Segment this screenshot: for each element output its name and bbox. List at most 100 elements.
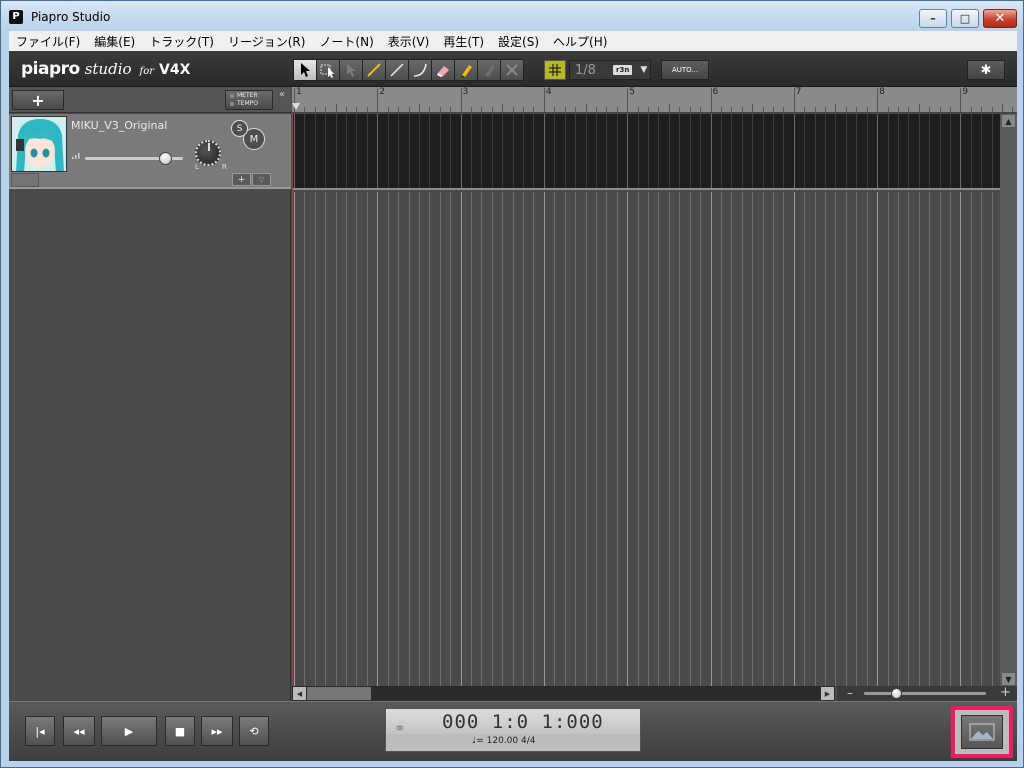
fast-forward-button[interactable]: ▸▸ [201,716,233,746]
zoom-in-icon[interactable]: + [1000,685,1011,700]
playhead-line [292,113,293,686]
menu-file[interactable]: ファイル(F) [9,33,87,50]
menu-track[interactable]: トラック(T) [142,33,221,50]
arrow-select-icon [301,63,310,77]
maximize-button[interactable]: □ [951,9,979,28]
range-select-icon [320,64,334,78]
ruler-bar-number: 1 [296,87,302,97]
playhead-marker[interactable] [292,103,300,110]
gear-icon: ✱ [980,62,992,78]
tempo-signature[interactable]: ♩= 120.00 4/4 [472,736,535,746]
avatar[interactable] [11,116,67,172]
menu-view[interactable]: 表示(V) [381,33,437,50]
horizontal-scroll-thumb[interactable] [307,687,371,700]
time-display: 000 1:0 1:000 [442,711,604,733]
timeline-ruler[interactable]: 1 2 3 4 5 6 7 8 9 [292,87,1017,113]
disabled-pen-tool[interactable] [478,60,500,80]
quantize-select[interactable]: 1/8 r3n ▼ [569,60,651,80]
empty-lane-area[interactable] [292,192,1000,686]
grid-snap-button[interactable] [544,60,566,80]
track-row[interactable]: MIKU_V3_Original L R M S + ▽ [9,114,291,189]
zoom-out-icon[interactable]: – [847,686,853,700]
maximize-icon: □ [959,12,971,25]
cross-tool[interactable] [501,60,523,80]
solo-button[interactable]: S [231,120,248,137]
range-select-tool[interactable] [317,60,339,80]
triplet-badge[interactable]: r3n [613,65,633,75]
straight-line-icon [390,63,404,77]
loop-button[interactable]: ⟲ [239,716,269,746]
menu-help[interactable]: ヘルプ(H) [546,33,614,50]
pen-tool[interactable] [455,60,477,80]
scroll-up-icon[interactable]: ▲ [1002,115,1015,127]
collapse-icon[interactable]: « [279,89,285,100]
pen-icon [461,65,472,78]
app-icon: P [9,10,23,24]
pan-left-label: L [195,163,199,171]
meter-tempo-button[interactable]: METER TEMPO [225,90,273,110]
straight-line-tool[interactable] [386,60,408,80]
main-toolbar: piapro studio for V4X 1/8 r3n ▼ AUTO... … [9,51,1017,87]
zoom-slider-handle[interactable] [891,688,903,699]
avatar-subpanel [11,173,39,187]
track-add-button[interactable]: + [232,173,251,186]
zoom-control: – + [837,685,1017,701]
ruler-bar-number: 2 [379,87,386,97]
menu-note[interactable]: ノート(N) [312,33,380,50]
grayed-arrow-tool[interactable] [340,60,362,80]
editor-area: piapro studio for V4X 1/8 r3n ▼ AUTO... … [9,51,1017,761]
horizontal-scrollbar[interactable]: ◀ ▶ [292,686,835,701]
cross-icon [506,64,518,76]
arrow-select-tool[interactable] [294,60,316,80]
mixer-button[interactable] [951,706,1013,758]
ruler-bar-number: 8 [879,87,885,97]
transport-bar: |◂ ◂◂ ▶ ■ ▸▸ ⟲ ⚭ 000 1:0 1:000 ♩= 120.00… [9,701,1017,761]
disabled-pen-icon [485,65,495,77]
loop-icon: ⟲ [249,724,259,738]
eraser-tool[interactable] [432,60,454,80]
pencil-line-tool[interactable] [363,60,385,80]
fast-forward-icon: ▸▸ [211,724,223,738]
curve-line-tool[interactable] [409,60,431,80]
volume-slider[interactable] [85,152,183,165]
scroll-left-icon[interactable]: ◀ [293,687,306,700]
menu-edit[interactable]: 編集(E) [87,33,142,50]
scroll-down-icon[interactable]: ▼ [1002,673,1015,685]
ruler-bar-number: 7 [795,87,802,97]
stop-button[interactable]: ■ [165,716,195,746]
go-to-start-button[interactable]: |◂ [25,716,55,746]
track-panel-header: + METER TEMPO « [9,87,291,113]
settings-button[interactable]: ✱ [967,60,1005,80]
auto-button[interactable]: AUTO... [661,60,709,80]
title-bar[interactable]: P Piapro Studio – □ ✕ [1,1,1023,31]
volume-icon [72,153,80,159]
menu-playback[interactable]: 再生(T) [436,33,491,50]
ruler-bar-number: 3 [462,87,469,97]
rewind-icon: ◂◂ [73,724,85,738]
close-button[interactable]: ✕ [983,9,1017,28]
image-icon [969,723,995,741]
quantize-value: 1/8 [575,62,596,78]
grid-icon [549,64,561,76]
play-button[interactable]: ▶ [101,716,157,746]
ruler-bar-number: 5 [629,87,635,97]
menu-settings[interactable]: 設定(S) [491,33,546,50]
link-icon[interactable]: ⚭ [394,721,406,737]
rewind-button[interactable]: ◂◂ [63,716,95,746]
track-name[interactable]: MIKU_V3_Original [71,119,167,132]
edit-tools [293,59,524,81]
add-track-button[interactable]: + [12,90,64,110]
menu-bar: ファイル(F) 編集(E) トラック(T) リージョン(R) ノート(N) 表示… [9,31,1017,51]
minimize-icon: – [930,12,936,25]
zoom-slider[interactable] [864,688,986,699]
vertical-scrollbar[interactable]: ▲ ▼ [1000,114,1017,686]
ruler-bar-number: 6 [712,87,719,97]
menu-region[interactable]: リージョン(R) [221,33,312,50]
track-fold-button[interactable]: ▽ [252,173,271,186]
scroll-right-icon[interactable]: ▶ [821,687,834,700]
minimize-button[interactable]: – [919,9,947,28]
eraser-icon [437,66,449,77]
volume-slider-handle[interactable] [159,152,173,165]
track-lane[interactable] [292,114,1000,190]
close-icon: ✕ [994,11,1006,26]
